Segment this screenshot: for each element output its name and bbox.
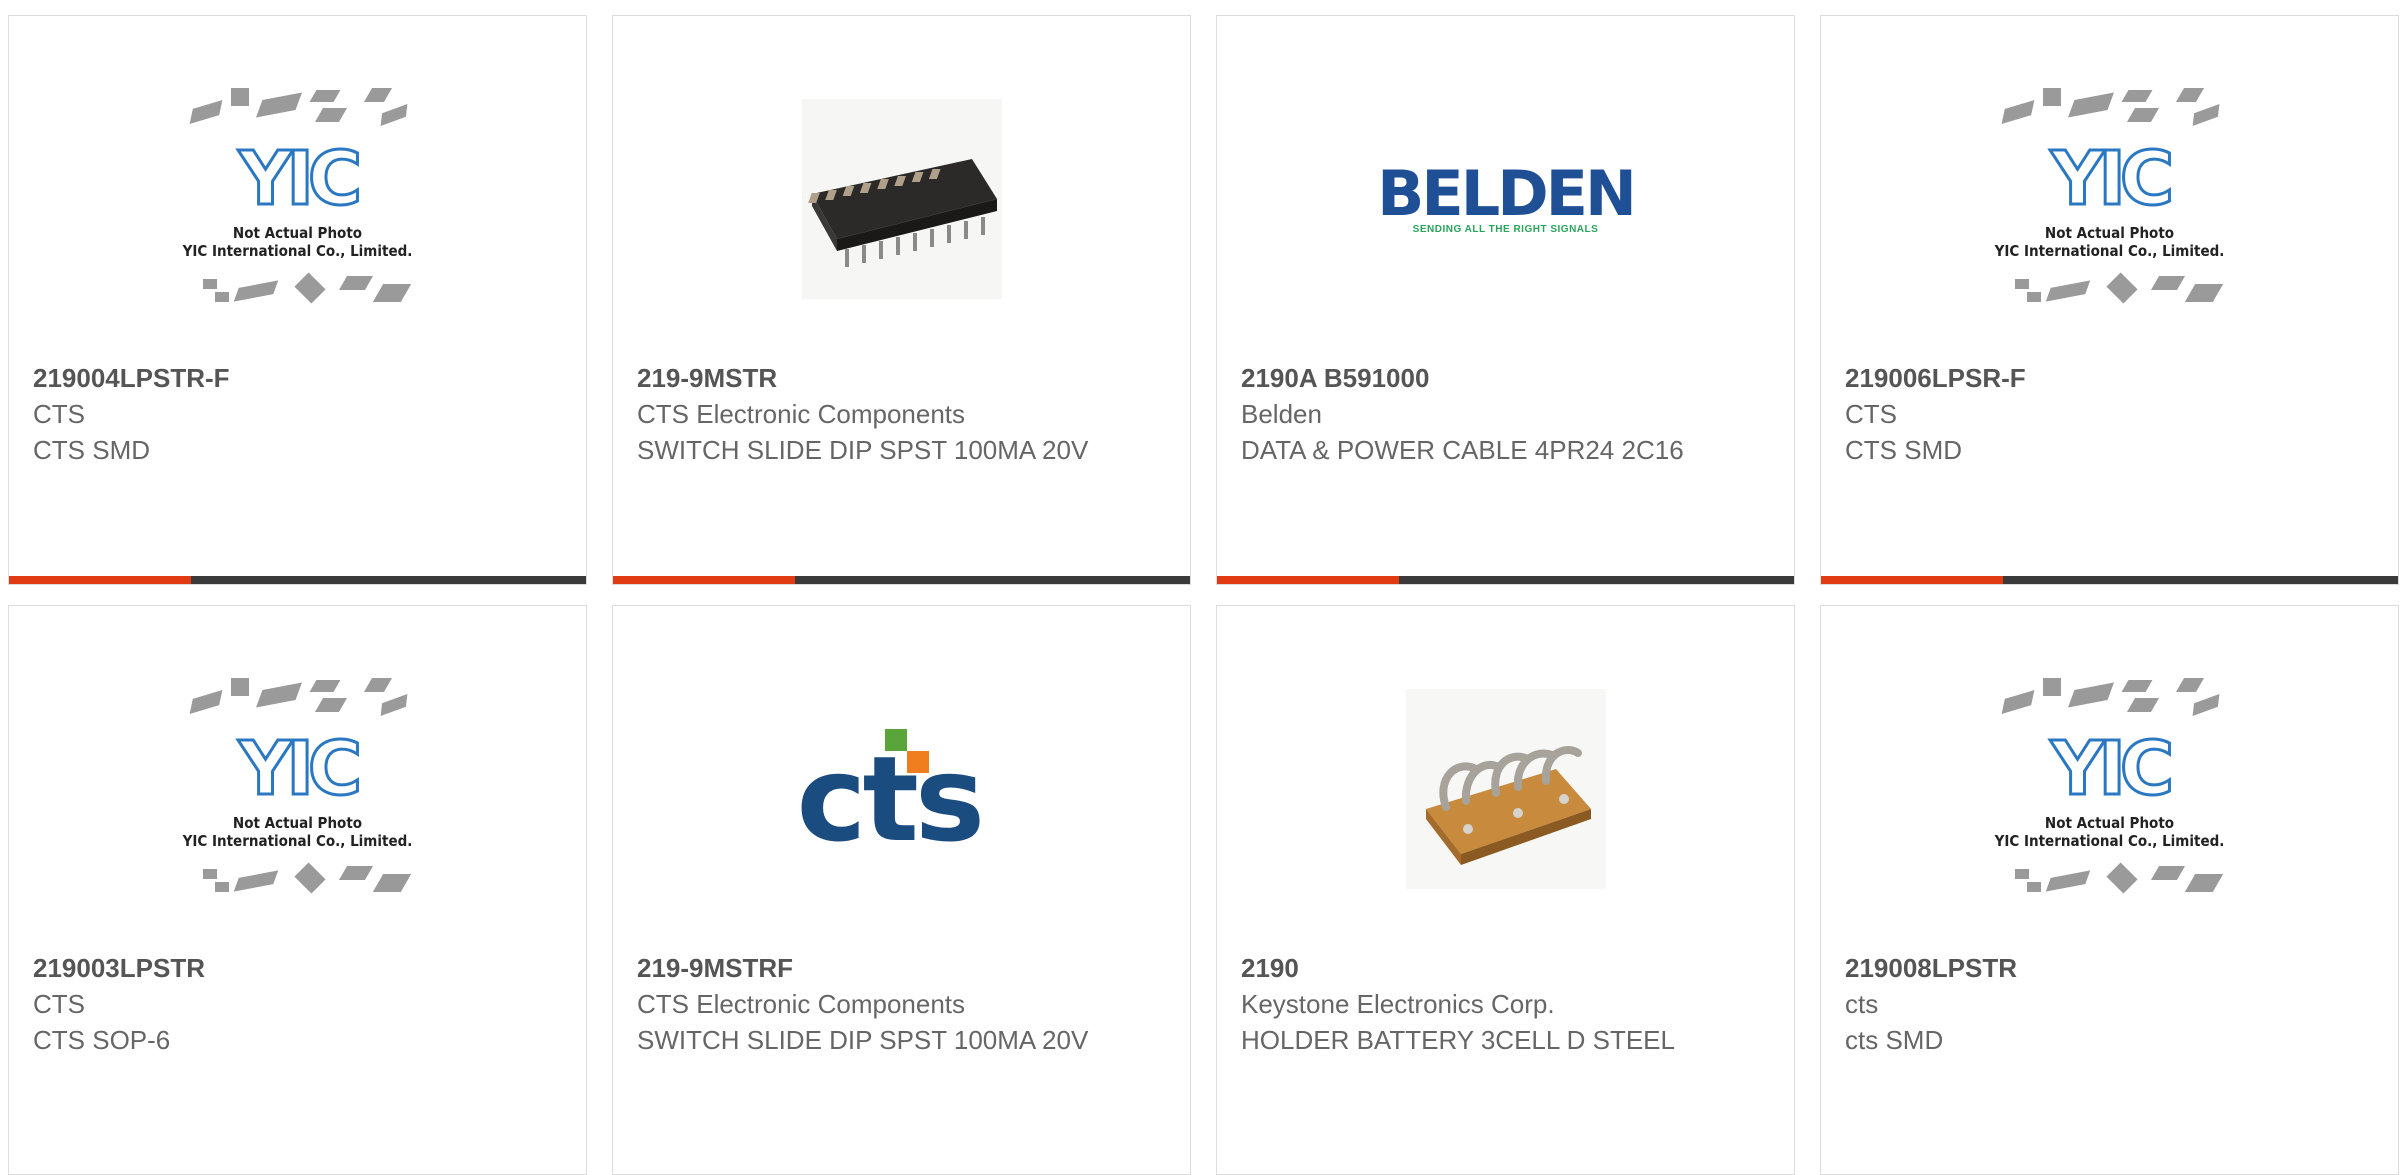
cts-logo: cts (797, 729, 1007, 849)
product-grid: YIC Not Actual Photo YIC International C… (8, 15, 2399, 1175)
yic-logo: YIC (2051, 142, 2168, 216)
product-card[interactable]: YIC Not Actual Photo YIC International C… (1820, 605, 2399, 1175)
description: DATA & POWER CABLE 4PR24 2C16 (1241, 432, 1774, 468)
image-caption: YIC International Co., Limited. (1975, 832, 2245, 850)
part-number[interactable]: 219004LPSTR-F (33, 360, 566, 396)
yic-logo: YIC (239, 732, 356, 806)
description: SWITCH SLIDE DIP SPST 100MA 20V (637, 432, 1170, 468)
product-image[interactable]: BELDEN SENDING ALL THE RIGHT SIGNALS (1371, 84, 1641, 314)
yic-placeholder-image: YIC Not Actual Photo YIC International C… (163, 84, 433, 314)
belden-logo: BELDEN SENDING ALL THE RIGHT SIGNALS (1377, 164, 1634, 235)
product-card[interactable]: BELDEN SENDING ALL THE RIGHT SIGNALS 219… (1216, 15, 1795, 585)
product-card[interactable]: YIC Not Actual Photo YIC International C… (8, 15, 587, 585)
product-image[interactable] (767, 84, 1037, 314)
product-image[interactable]: cts (767, 674, 1037, 904)
manufacturer: Keystone Electronics Corp. (1241, 986, 1774, 1022)
product-card[interactable]: 2190 Keystone Electronics Corp. HOLDER B… (1216, 605, 1795, 1175)
card-bottom-bar (613, 576, 1190, 584)
product-card[interactable]: 219-9MSTR CTS Electronic Components SWIT… (612, 15, 1191, 585)
battery-holder-photo (1406, 689, 1606, 889)
product-image[interactable]: YIC Not Actual Photo YIC International C… (1975, 84, 2245, 314)
yic-placeholder-image: YIC Not Actual Photo YIC International C… (1975, 84, 2245, 314)
logo-tagline: SENDING ALL THE RIGHT SIGNALS (1377, 224, 1634, 235)
part-number[interactable]: 219008LPSTR (1845, 950, 2378, 986)
dip-switch-photo (802, 99, 1002, 299)
manufacturer: CTS (33, 986, 566, 1022)
part-number[interactable]: 219003LPSTR (33, 950, 566, 986)
card-bottom-bar (1821, 576, 2398, 584)
image-caption: YIC International Co., Limited. (163, 242, 433, 260)
manufacturer: cts (1845, 986, 2378, 1022)
description: CTS SMD (33, 432, 566, 468)
logo-text: BELDEN (1377, 164, 1634, 224)
product-card[interactable]: YIC Not Actual Photo YIC International C… (8, 605, 587, 1175)
part-number[interactable]: 219-9MSTR (637, 360, 1170, 396)
product-image[interactable]: YIC Not Actual Photo YIC International C… (1975, 674, 2245, 904)
image-caption: YIC International Co., Limited. (1975, 242, 2245, 260)
description: CTS SMD (1845, 432, 2378, 468)
yic-placeholder-image: YIC Not Actual Photo YIC International C… (163, 674, 433, 904)
description: CTS SOP-6 (33, 1022, 566, 1058)
manufacturer: Belden (1241, 396, 1774, 432)
manufacturer: CTS (1845, 396, 2378, 432)
yic-logo: YIC (2051, 732, 2168, 806)
logo-text: cts (797, 749, 982, 849)
manufacturer: CTS Electronic Components (637, 986, 1170, 1022)
product-image[interactable] (1371, 674, 1641, 904)
card-bottom-bar (9, 576, 586, 584)
product-card[interactable]: cts 219-9MSTRF CTS Electronic Components… (612, 605, 1191, 1175)
manufacturer: CTS Electronic Components (637, 396, 1170, 432)
manufacturer: CTS (33, 396, 566, 432)
description: SWITCH SLIDE DIP SPST 100MA 20V (637, 1022, 1170, 1058)
product-card[interactable]: YIC Not Actual Photo YIC International C… (1820, 15, 2399, 585)
yic-logo: YIC (239, 142, 356, 216)
description: HOLDER BATTERY 3CELL D STEEL (1241, 1022, 1774, 1058)
image-caption: YIC International Co., Limited. (163, 832, 433, 850)
part-number[interactable]: 2190A B591000 (1241, 360, 1774, 396)
description: cts SMD (1845, 1022, 2378, 1058)
part-number[interactable]: 219006LPSR-F (1845, 360, 2378, 396)
product-image[interactable]: YIC Not Actual Photo YIC International C… (163, 674, 433, 904)
part-number[interactable]: 2190 (1241, 950, 1774, 986)
image-caption: Not Actual Photo (1975, 814, 2245, 832)
card-bottom-bar (1217, 576, 1794, 584)
product-image[interactable]: YIC Not Actual Photo YIC International C… (163, 84, 433, 314)
image-caption: Not Actual Photo (163, 814, 433, 832)
yic-placeholder-image: YIC Not Actual Photo YIC International C… (1975, 674, 2245, 904)
part-number[interactable]: 219-9MSTRF (637, 950, 1170, 986)
image-caption: Not Actual Photo (1975, 224, 2245, 242)
image-caption: Not Actual Photo (163, 224, 433, 242)
